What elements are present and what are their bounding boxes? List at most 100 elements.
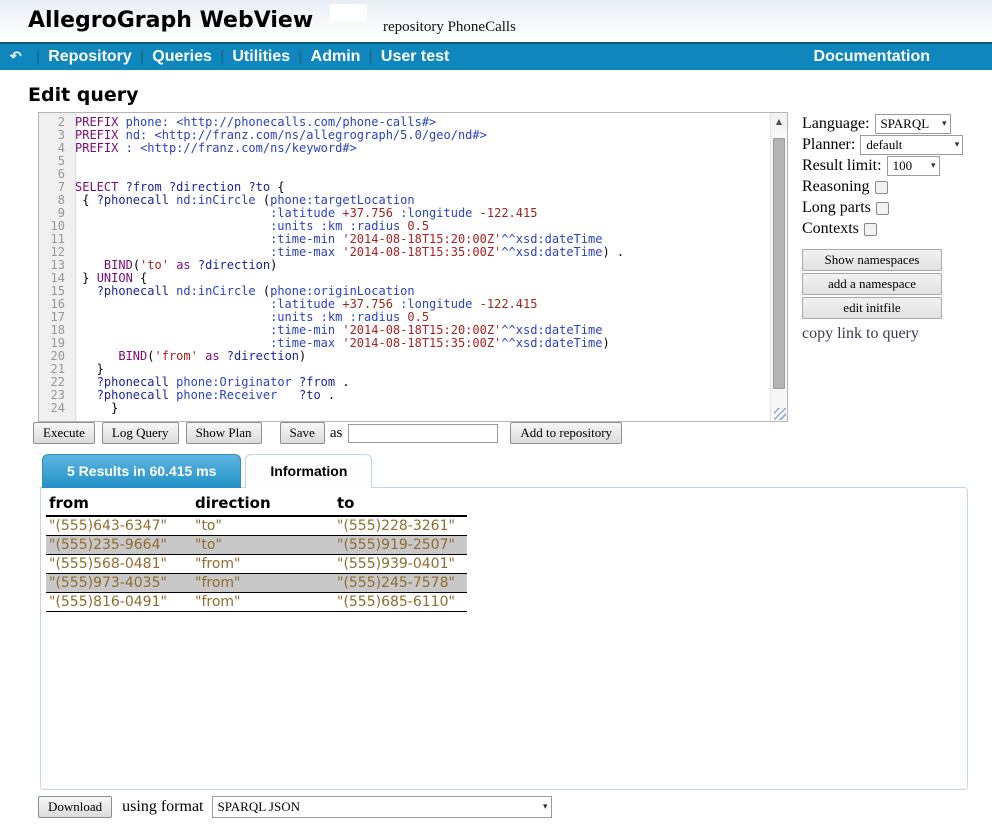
code-area[interactable]: 2PREFIX phone: <http://phonecalls.com/ph…: [39, 113, 770, 421]
table-cell: "(555)685-6110": [334, 593, 467, 612]
line-number: 3: [39, 129, 70, 142]
reasoning-checkbox[interactable]: [875, 181, 888, 194]
line-number: 4: [39, 142, 70, 155]
tab-information[interactable]: Information: [245, 454, 372, 488]
result-limit-value: 100: [893, 158, 913, 174]
column-header-from: from: [46, 492, 192, 516]
show-namespaces-button[interactable]: Show namespaces: [802, 249, 942, 271]
code-line: 23 ?phonecall phone:Receiver ?to .: [39, 389, 770, 402]
tab-results[interactable]: 5 Results in 60.415 ms: [42, 454, 241, 488]
add-namespace-button[interactable]: add a namespace: [802, 273, 942, 295]
save-button[interactable]: Save: [280, 422, 325, 444]
line-number: 2: [39, 116, 70, 129]
table-cell: "(555)643-6347": [46, 516, 192, 536]
table-row[interactable]: "(555)973-4035""from""(555)245-7578": [46, 574, 467, 593]
table-cell: "(555)919-2507": [334, 536, 467, 555]
as-label: as: [325, 425, 349, 442]
table-cell: "(555)939-0401": [334, 555, 467, 574]
header: AllegroGraph WebView repository PhoneCal…: [0, 0, 992, 42]
result-limit-label: Result limit:: [802, 157, 887, 175]
nav-separator: |: [28, 48, 48, 66]
table-cell: "to": [192, 536, 334, 555]
chevron-down-icon: ▾: [949, 140, 960, 150]
results-table: from direction to "(555)643-6347""to""(5…: [46, 492, 467, 612]
download-format-value: SPARQL JSON: [218, 799, 301, 815]
line-number: 24: [39, 402, 70, 415]
code-editor-lines: 2PREFIX phone: <http://phonecalls.com/ph…: [39, 113, 770, 415]
table-cell: "(555)816-0491": [46, 593, 192, 612]
chevron-down-icon: ▾: [936, 119, 947, 129]
long-parts-label: Long parts: [802, 199, 876, 217]
line-number: 7: [39, 181, 70, 194]
resize-grip-icon[interactable]: [774, 408, 786, 420]
download-row: Download using format SPARQL JSON ▾: [38, 796, 552, 818]
add-to-repository-button[interactable]: Add to repository: [510, 422, 622, 444]
table-row[interactable]: "(555)235-9664""to""(555)919-2507": [46, 536, 467, 555]
planner-select[interactable]: default ▾: [860, 135, 963, 155]
code-line: 5: [39, 155, 770, 168]
table-cell: "(555)235-9664": [46, 536, 192, 555]
nav-separator: |: [360, 48, 380, 66]
contexts-label: Contexts: [802, 220, 864, 238]
language-select[interactable]: SPARQL ▾: [875, 114, 951, 134]
nav-item-admin[interactable]: Admin: [311, 48, 361, 66]
download-format-select[interactable]: SPARQL JSON ▾: [212, 796, 552, 818]
table-cell: "(555)228-3261": [334, 516, 467, 536]
results-tabs: 5 Results in 60.415 ms Information: [42, 454, 372, 488]
query-editor[interactable]: 2PREFIX phone: <http://phonecalls.com/ph…: [38, 112, 788, 422]
long-parts-checkbox[interactable]: [876, 202, 889, 215]
results-table-body: "(555)643-6347""to""(555)228-3261""(555)…: [46, 516, 467, 612]
app-title: AllegroGraph WebView: [28, 8, 313, 33]
table-cell: "(555)245-7578": [334, 574, 467, 593]
reasoning-label: Reasoning: [802, 178, 875, 196]
column-header-direction: direction: [192, 492, 334, 516]
nav-item-repository[interactable]: Repository: [48, 48, 132, 66]
edit-initfile-button[interactable]: edit initfile: [802, 297, 942, 319]
scrollbar-thumb[interactable]: [773, 138, 785, 389]
show-plan-button[interactable]: Show Plan: [186, 422, 262, 444]
language-value: SPARQL: [881, 116, 930, 132]
nav-separator: |: [212, 48, 232, 66]
execute-button[interactable]: Execute: [33, 422, 95, 444]
table-cell: "(555)568-0481": [46, 555, 192, 574]
table-cell: "from": [192, 593, 334, 612]
column-header-to: to: [334, 492, 467, 516]
table-row[interactable]: "(555)643-6347""to""(555)228-3261": [46, 516, 467, 536]
code-line: 20 BIND('from' as ?direction): [39, 350, 770, 363]
result-limit-select[interactable]: 100 ▾: [887, 156, 940, 176]
download-button[interactable]: Download: [38, 796, 112, 818]
chevron-down-icon: ▾: [925, 161, 936, 171]
save-name-input[interactable]: [348, 424, 498, 443]
scroll-up-icon[interactable]: ▲: [771, 113, 787, 130]
code-line: 13 BIND('to' as ?direction): [39, 259, 770, 272]
table-row[interactable]: "(555)568-0481""from""(555)939-0401": [46, 555, 467, 574]
table-cell: "from": [192, 555, 334, 574]
copy-link-to-query[interactable]: copy link to query: [802, 325, 990, 343]
log-query-button[interactable]: Log Query: [102, 422, 179, 444]
table-row[interactable]: "(555)816-0491""from""(555)685-6110": [46, 593, 467, 612]
planner-label: Planner:: [802, 136, 860, 154]
table-header-row: from direction to: [46, 492, 467, 516]
table-cell: "from": [192, 574, 334, 593]
contexts-checkbox[interactable]: [864, 223, 877, 236]
nav-item-utilities[interactable]: Utilities: [232, 48, 290, 66]
editor-scrollbar[interactable]: ▲: [770, 113, 787, 421]
table-cell: "(555)973-4035": [46, 574, 192, 593]
line-number: 5: [39, 155, 70, 168]
page-title: Edit query: [28, 84, 139, 106]
results-panel: from direction to "(555)643-6347""to""(5…: [40, 487, 968, 790]
nav-item-documentation[interactable]: Documentation: [814, 48, 930, 66]
nav-item-user-test[interactable]: User test: [381, 48, 449, 66]
back-arrow-icon[interactable]: ↶: [8, 48, 28, 67]
line-number: 6: [39, 168, 70, 181]
repository-label: repository PhoneCalls: [383, 19, 516, 36]
nav-separator: |: [132, 48, 152, 66]
chevron-down-icon: ▾: [537, 802, 548, 812]
header-white-box: [330, 4, 367, 21]
planner-value: default: [866, 137, 902, 153]
language-label: Language:: [802, 115, 875, 133]
navbar: ↶ | Repository | Queries | Utilities | A…: [0, 42, 992, 70]
nav-item-queries[interactable]: Queries: [152, 48, 212, 66]
using-format-label: using format: [112, 798, 211, 816]
code-line: 4PREFIX : <http://franz.com/ns/keyword#>: [39, 142, 770, 155]
